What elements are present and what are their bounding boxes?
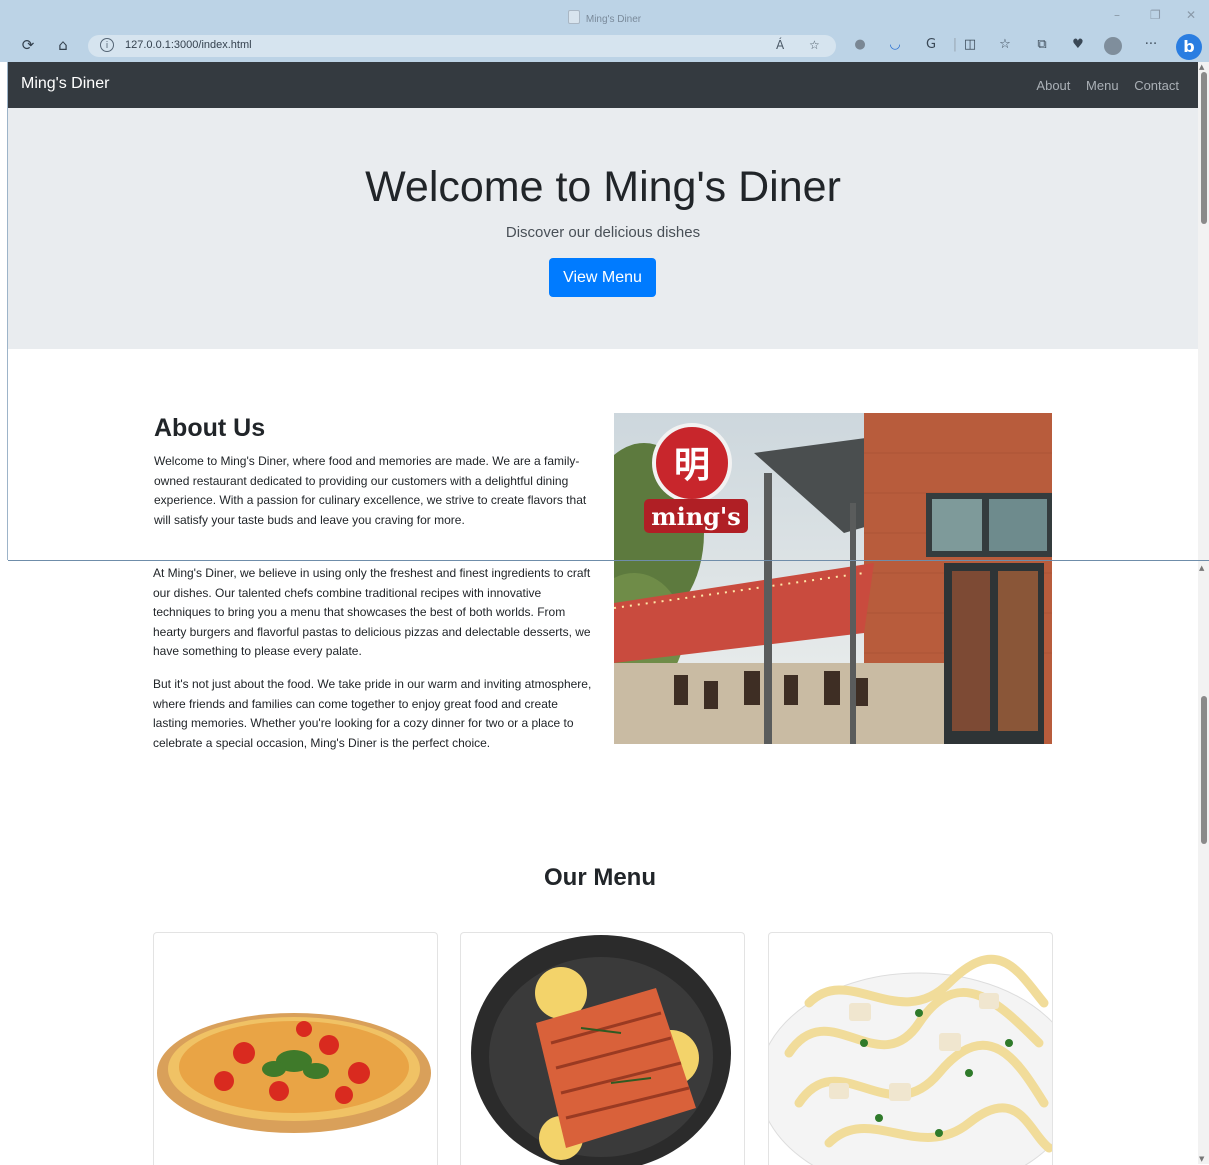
about-paragraph-1: Welcome to Ming's Diner, where food and …: [154, 454, 587, 527]
navbar-brand[interactable]: Ming's Diner: [21, 75, 109, 93]
restaurant-photo: 明 ming's: [614, 413, 1052, 744]
split-screen-icon[interactable]: ◫: [961, 37, 979, 52]
restaurant-illustration: 明 ming's: [614, 413, 1052, 744]
sign-glyph: 明: [674, 445, 710, 486]
hero-title: Welcome to Ming's Diner: [365, 163, 841, 211]
address-bar[interactable]: i 127.0.0.1:3000/index.html Á ☆: [88, 35, 836, 57]
tab-title: Ming's Diner: [585, 14, 642, 25]
scrollbar-bottom[interactable]: [1198, 561, 1209, 1164]
salmon-image: [471, 935, 731, 1165]
about-paragraph-3: But it's not just about the food. We tak…: [153, 677, 592, 750]
menu-heading: Our Menu: [544, 864, 656, 891]
read-aloud-icon[interactable]: Á: [776, 38, 784, 52]
maximize-button[interactable]: ❐: [1150, 8, 1161, 22]
about-paragraph-2: At Ming's Diner, we believe in using onl…: [153, 566, 591, 658]
favorite-star-icon[interactable]: ☆: [809, 38, 820, 52]
scroll-up-arrow-icon[interactable]: ▲: [1199, 564, 1204, 572]
about-heading: About Us: [154, 414, 266, 442]
scrollbar-thumb-top[interactable]: [1201, 72, 1207, 224]
minimize-button[interactable]: –: [1114, 8, 1120, 22]
nav-links: About Menu Contact: [1024, 78, 1179, 93]
browser-chrome: Ming's Diner – ❐ ✕ ⟳ ⌂ i 127.0.0.1:3000/…: [0, 0, 1209, 62]
copilot-extension-icon[interactable]: G: [922, 37, 940, 52]
info-icon[interactable]: i: [100, 38, 114, 52]
nav-link-menu[interactable]: Menu: [1086, 78, 1119, 93]
nav-link-about[interactable]: About: [1036, 78, 1070, 93]
collections-icon[interactable]: ⧉: [1033, 37, 1051, 52]
hero-jumbotron: Welcome to Ming's Diner Discover our del…: [8, 108, 1198, 349]
view-menu-button[interactable]: View Menu: [549, 258, 656, 297]
favorites-icon[interactable]: ☆: [996, 37, 1014, 52]
scroll-down-arrow-icon[interactable]: ▼: [1199, 1155, 1204, 1163]
extension-icon[interactable]: ●: [851, 37, 869, 52]
nav-link-contact[interactable]: Contact: [1134, 78, 1179, 93]
url-text: 127.0.0.1:3000/index.html: [125, 39, 252, 51]
sign-text: ming's: [651, 502, 741, 531]
window-divider: [8, 560, 1209, 561]
refresh-icon[interactable]: ⟳: [18, 36, 38, 54]
bing-icon[interactable]: b: [1176, 34, 1202, 60]
hero-subtitle: Discover our delicious dishes: [505, 224, 701, 241]
pasta-image: [769, 954, 1052, 1165]
site-navbar: Ming's Diner About Menu Contact: [8, 62, 1198, 108]
profile-avatar[interactable]: [1104, 37, 1122, 55]
browser-tab[interactable]: Ming's Diner: [0, 10, 1209, 25]
window-edge: [7, 62, 8, 560]
heart-extension-icon[interactable]: ♥: [1069, 37, 1087, 52]
menu-card-pasta[interactable]: [768, 932, 1053, 1165]
extension-blue-icon[interactable]: ◡: [886, 37, 904, 52]
home-icon[interactable]: ⌂: [53, 36, 73, 54]
pizza-image: [157, 1013, 431, 1133]
close-button[interactable]: ✕: [1186, 8, 1196, 22]
scrollbar-thumb-bottom[interactable]: [1201, 696, 1207, 844]
menu-card-pizza[interactable]: [153, 932, 438, 1165]
menu-card-salmon[interactable]: [460, 932, 745, 1165]
scroll-up-arrow-icon[interactable]: ▲: [1199, 63, 1204, 71]
page-icon: [567, 10, 580, 24]
more-menu-icon[interactable]: ···: [1142, 37, 1160, 52]
